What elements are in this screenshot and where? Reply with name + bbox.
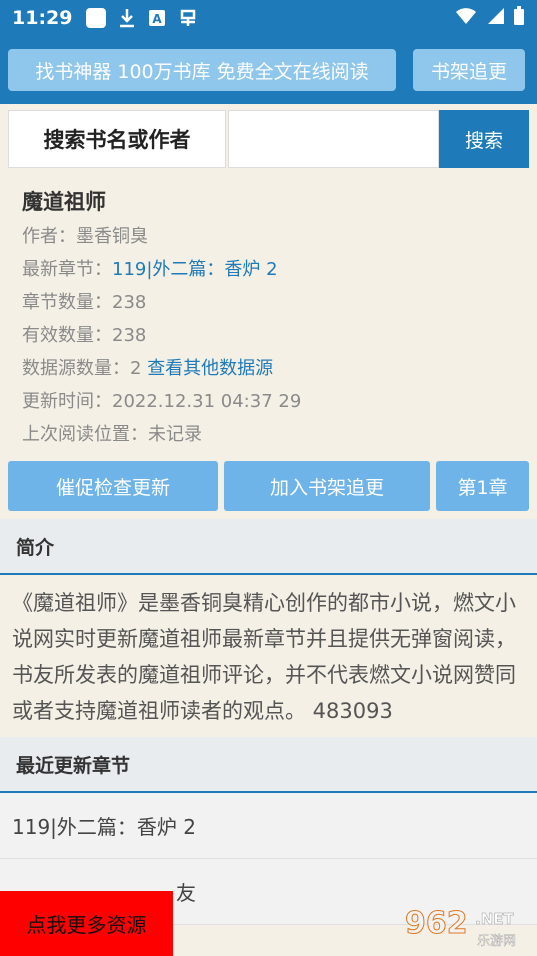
intro-heading: 简介	[0, 519, 537, 575]
add-to-shelf-button[interactable]: 加入书架追更	[224, 461, 430, 511]
search-input[interactable]	[228, 110, 439, 168]
status-bar: 11:29 A	[0, 0, 537, 36]
site-watermark-logo: 962 .NET 乐游网	[405, 906, 529, 950]
author-label: 作者：	[22, 226, 76, 247]
watermark-cn: 乐游网	[477, 934, 517, 949]
valid-count-label: 有效数量：	[22, 325, 112, 346]
bookshelf-button[interactable]: 书架追更	[413, 49, 525, 91]
wifi-icon	[455, 7, 477, 30]
status-time: 11:29	[12, 7, 73, 29]
signal-icon	[485, 7, 505, 30]
app-notification-icon	[178, 8, 198, 28]
source-count-label: 数据源数量：	[22, 358, 130, 379]
watermark-net: .NET	[475, 910, 514, 929]
latest-chapter-label: 最新章节：	[22, 259, 112, 280]
intro-text: 《魔道祖师》是墨香铜臭精心创作的都市小说，燃文小说网实时更新魔道祖师最新章节并且…	[12, 591, 516, 723]
chapter-count-row: 章节数量：238	[22, 286, 515, 319]
more-resources-button[interactable]: 点我更多资源	[0, 891, 173, 956]
search-label: 搜索书名或作者	[8, 110, 226, 168]
urge-update-button[interactable]: 催促检查更新	[8, 461, 218, 511]
author-row: 作者：墨香铜臭	[22, 220, 515, 253]
update-time-value: 2022.12.31 04:37 29	[112, 391, 302, 412]
chapter-row[interactable]: 119|外二篇：香炉 2	[0, 793, 537, 859]
first-chapter-button[interactable]: 第1章	[436, 461, 529, 511]
download-icon	[118, 8, 136, 28]
find-books-button[interactable]: 找书神器 100万书库 免费全文在线阅读	[8, 49, 396, 91]
recent-chapters-heading: 最近更新章节	[0, 737, 537, 793]
watermark-number: 962	[405, 906, 469, 942]
battery-icon	[513, 5, 525, 31]
book-title: 魔道祖师	[22, 190, 106, 214]
action-buttons: 催促检查更新 加入书架追更 第1章	[8, 461, 529, 511]
last-read-row: 上次阅读位置：未记录	[22, 418, 515, 451]
notification-app-icon	[86, 8, 107, 28]
book-info: 魔道祖师 作者：墨香铜臭 最新章节：119|外二篇：香炉 2 章节数量：238 …	[0, 168, 537, 451]
update-time-row: 更新时间：2022.12.31 04:37 29	[22, 385, 515, 418]
svg-text:A: A	[153, 12, 163, 26]
latest-chapter-link[interactable]: 119|外二篇：香炉 2	[112, 259, 278, 280]
chapter-count-label: 章节数量：	[22, 292, 112, 313]
valid-count-value: 238	[112, 325, 147, 346]
font-app-icon: A	[148, 9, 166, 27]
chapter-count-value: 238	[112, 292, 147, 313]
last-read-value: 未记录	[148, 424, 202, 445]
last-read-label: 上次阅读位置：	[22, 424, 148, 445]
top-bar: 找书神器 100万书库 免费全文在线阅读 书架追更	[0, 36, 537, 104]
latest-chapter-row: 最新章节：119|外二篇：香炉 2	[22, 253, 515, 286]
other-sources-link[interactable]: 查看其他数据源	[147, 358, 273, 379]
valid-count-row: 有效数量：238	[22, 319, 515, 352]
search-button[interactable]: 搜索	[439, 110, 529, 168]
source-count-value: 2	[130, 358, 142, 379]
chapter-row-text: 友	[176, 881, 196, 905]
author-value: 墨香铜臭	[76, 226, 148, 247]
source-count-row: 数据源数量：2 查看其他数据源	[22, 352, 515, 385]
update-time-label: 更新时间：	[22, 391, 112, 412]
search-bar: 搜索书名或作者 搜索	[8, 110, 529, 168]
